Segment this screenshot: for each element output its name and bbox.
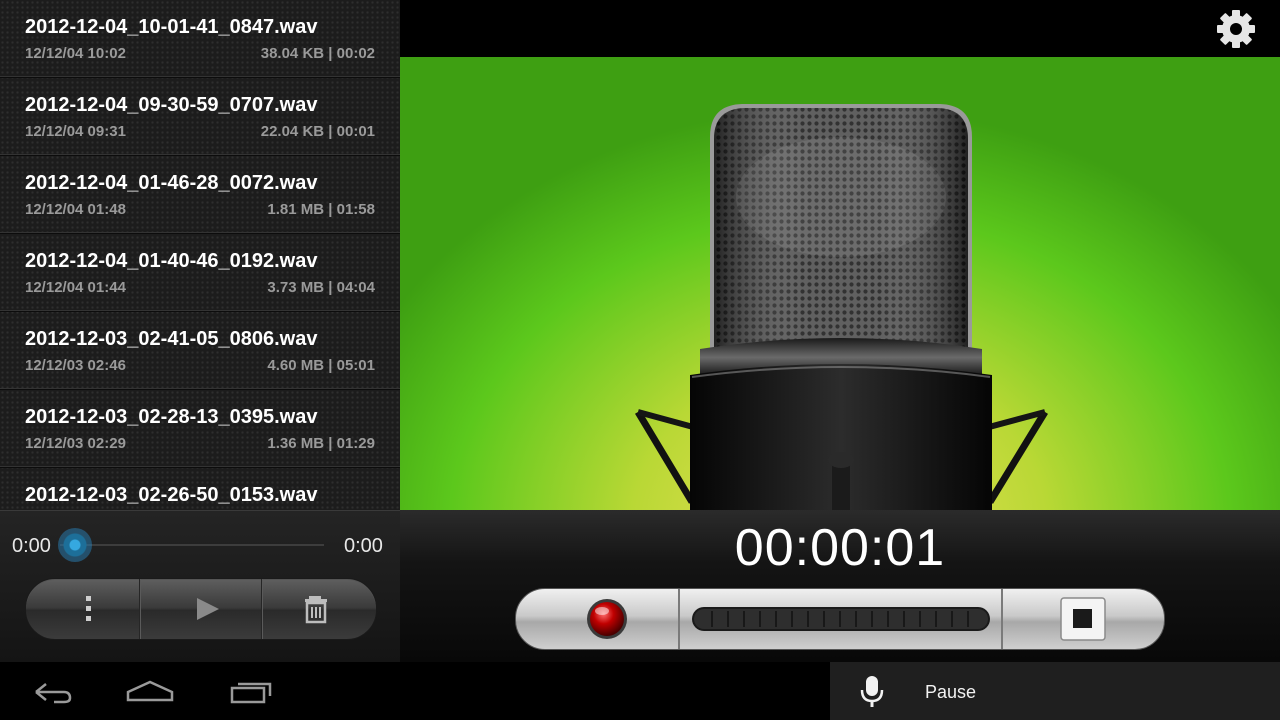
record-icon	[587, 599, 627, 639]
more-options-button[interactable]	[26, 579, 140, 639]
record-button[interactable]	[516, 589, 679, 649]
pause-label: Pause	[925, 682, 977, 702]
recording-item[interactable]: 2012-12-04_01-40-46_0192.wav 12/12/04 01…	[0, 234, 400, 312]
recording-date: 12/12/04 01:48	[25, 201, 126, 218]
stop-icon	[1060, 597, 1106, 641]
seek-track[interactable]	[60, 544, 324, 546]
recording-date: 12/12/04 01:44	[25, 279, 126, 296]
home-icon	[126, 680, 174, 702]
recording-name: 2012-12-03_02-28-13_0395.wav	[25, 406, 318, 428]
recording-size-duration: 3.73 MB | 04:04	[267, 279, 375, 296]
more-vertical-icon	[86, 596, 91, 621]
recordings-panel: 2012-12-04_10-01-41_0847.wav 12/12/04 10…	[0, 0, 400, 663]
recordings-list[interactable]: 2012-12-04_10-01-41_0847.wav 12/12/04 10…	[0, 0, 400, 510]
recent-apps-button[interactable]	[220, 672, 280, 712]
back-button[interactable]	[20, 672, 80, 712]
back-icon	[35, 683, 72, 704]
play-button[interactable]	[140, 579, 262, 639]
recording-name: 2012-12-03_02-26-50_0153.wav	[25, 484, 318, 506]
recording-date: 12/12/03 02:46	[25, 357, 126, 374]
playback-bar: 0:00 0:00	[0, 510, 400, 663]
playback-controls	[25, 578, 377, 640]
recording-date: 12/12/04 10:02	[25, 45, 126, 62]
pause-notification[interactable]: Pause	[830, 662, 1280, 720]
seek-thumb[interactable]	[58, 528, 92, 562]
recording-item[interactable]: 2012-12-04_09-30-59_0707.wav 12/12/04 09…	[0, 78, 400, 156]
recording-item[interactable]: 2012-12-04_10-01-41_0847.wav 12/12/04 10…	[0, 0, 400, 78]
recording-item[interactable]: 2012-12-04_01-46-28_0072.wav 12/12/04 01…	[0, 156, 400, 234]
level-meter-graphic	[692, 607, 990, 631]
current-time: 0:00	[12, 535, 51, 557]
top-bar	[400, 0, 1280, 57]
recording-name: 2012-12-04_10-01-41_0847.wav	[25, 16, 318, 38]
recording-name: 2012-12-04_09-30-59_0707.wav	[25, 94, 318, 116]
recording-timer: 00:00:01	[734, 519, 946, 577]
total-time: 0:00	[344, 535, 383, 557]
recording-size-duration: 1.81 MB | 01:58	[267, 201, 375, 218]
recording-size-duration: 1.36 MB | 01:29	[267, 435, 375, 452]
recording-size-duration: 38.04 KB | 00:02	[260, 45, 375, 62]
recent-apps-icon	[230, 682, 272, 704]
home-button[interactable]	[120, 672, 180, 712]
gear-icon	[1217, 10, 1255, 48]
recording-date: 12/12/03 02:29	[25, 435, 126, 452]
play-icon	[197, 598, 219, 620]
settings-button[interactable]	[1213, 8, 1259, 50]
recording-name: 2012-12-03_02-41-05_0806.wav	[25, 328, 318, 350]
recording-name: 2012-12-04_01-46-28_0072.wav	[25, 172, 318, 194]
recording-item[interactable]: 2012-12-03_02-28-13_0395.wav 12/12/03 02…	[0, 390, 400, 468]
recording-size-duration: 22.04 KB | 00:01	[260, 123, 375, 140]
microphone-illustration	[634, 104, 1048, 510]
trash-icon	[305, 596, 327, 624]
microphone-icon	[860, 676, 884, 707]
recording-item[interactable]: 2012-12-03_02-26-50_0153.wav	[0, 468, 400, 510]
delete-button[interactable]	[262, 579, 376, 639]
microphone-stage	[400, 57, 1280, 510]
recording-name: 2012-12-04_01-40-46_0192.wav	[25, 250, 318, 272]
recording-controls	[515, 588, 1165, 650]
level-meter	[692, 607, 990, 631]
recording-date: 12/12/04 09:31	[25, 123, 126, 140]
recorder-panel: 00:00:01	[400, 510, 1280, 662]
recording-size-duration: 4.60 MB | 05:01	[267, 357, 375, 374]
recording-item[interactable]: 2012-12-03_02-41-05_0806.wav 12/12/03 02…	[0, 312, 400, 390]
stop-button[interactable]	[1003, 589, 1164, 649]
